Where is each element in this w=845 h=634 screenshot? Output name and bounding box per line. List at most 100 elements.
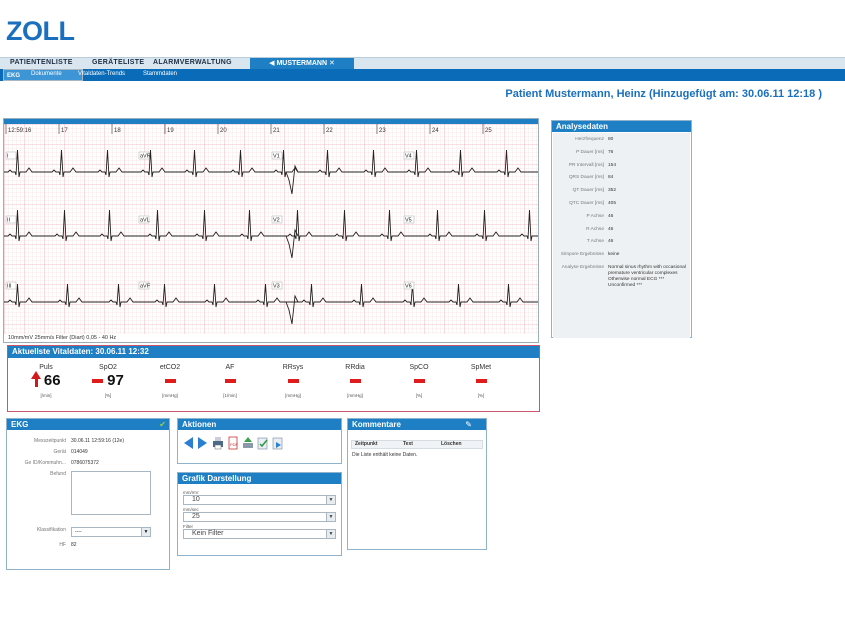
filter-select[interactable]: Kein Filter ▼ [183,529,336,539]
vital-spo2: SpO2 97 [%] [78,364,138,398]
analysis-value: 352 [608,188,617,194]
befund-textarea[interactable] [71,471,151,515]
analysis-value: 76 [608,149,614,155]
print-icon[interactable] [212,436,224,450]
next-icon[interactable] [197,436,209,450]
field-value: 0786075372 [71,460,99,466]
ecg-footer: 10mm/mV 25mm/s Filter (Diart) 0,05 - 40 … [8,335,117,341]
nav-patient-tab[interactable]: ◀ MUSTERMANN ✕ [250,58,354,69]
ecg-time-label: 17 [61,128,68,134]
dash-icon [92,379,104,384]
no-value-dash [287,379,299,384]
analysis-row: Herzfrequenz 80 [553,137,690,150]
vital-label: etCO2 [159,364,181,371]
ecg-viewer[interactable]: 12:59:16 17 18 19 20 21 22 23 24 25 IaVR V1 V4 II aVL… [3,118,539,343]
export-icon[interactable] [242,436,254,450]
ecg-time-label: 20 [220,128,227,134]
lead-label: aVR [140,154,151,160]
analysis-value: Normal sinus rhythm with occasional prem… [608,264,686,288]
vital-af: AF [1/min] [200,364,260,398]
lead-label: V5 [405,218,412,224]
lead-label: V1 [273,154,280,160]
analysis-key: P Dauer [ms] [576,149,604,155]
col-text[interactable]: Text [400,441,438,448]
tab-vitaldaten-trends[interactable]: Vitaldaten-Trends [78,71,125,77]
ecg-grid: 12:59:16 17 18 19 20 21 22 23 24 25 IaVR V1 V4II aVL… [4,124,538,334]
ecg-time-label: 12:59:16 [8,128,32,134]
nav-patientenliste[interactable]: PATIENTENLISTE [10,59,73,66]
analysis-key: T Achse [586,239,604,245]
klassifikation-value: ---- [75,529,82,535]
vital-unit: [%] [477,393,485,398]
analysis-row: P Dauer [ms] 76 [553,150,690,163]
analysis-row: Analyse Ergebnisse Normal sinus rhythm wi… [553,265,690,305]
mm-mv-select[interactable]: 10 ▼ [183,495,336,505]
mm-sec-select[interactable]: 25 ▼ [183,512,336,522]
analysis-value: 46 [608,226,614,232]
no-value-dash [224,379,236,384]
zoll-logo: ZOLL [6,16,75,46]
ecg-time-label: 24 [432,128,439,134]
analysis-value: 46 [608,213,614,219]
pdf-icon[interactable]: PDF [227,436,239,450]
ekg-panel: EKG ✔ Messzeitpunkt 30.06.11 12:59:16 (12e… [6,418,170,570]
nav-geraeteliste[interactable]: GERÄTELISTE [92,59,144,66]
field-label: Messzeitpunkt [34,438,66,444]
previous-icon[interactable] [182,436,194,450]
chevron-down-icon[interactable]: ▼ [141,528,150,536]
lead-label: II [7,218,11,224]
send-icon[interactable] [272,436,284,450]
col-loeschen[interactable]: Löschen [438,441,462,448]
lead-label: III [7,284,12,290]
mm-sec-value: 25 [192,513,200,520]
vital-puls: Puls 66 [/min] [16,364,76,398]
add-comment-icon[interactable]: ✎ [465,419,472,430]
tab-dokumente[interactable]: Dokumente [31,71,62,77]
analysis-row: Simpore Ergebnisse keine [553,252,690,265]
klassifikation-select[interactable]: ---- ▼ [71,527,151,537]
no-value-dash [475,379,487,384]
lead-label: aVF [140,284,151,290]
vital-spmet: SpMet [%] [451,364,511,398]
lead-label: aVL [140,218,150,224]
chevron-down-icon[interactable]: ▼ [326,530,335,538]
ecg-time-label: 23 [379,128,386,134]
vital-label: SpMet [470,364,492,371]
analysis-value: 80 [608,137,614,142]
field-value: 014049 [71,449,88,455]
analysis-row: T Achse 46 [553,239,690,252]
analysis-key: Herzfrequenz [575,137,604,142]
col-zeitpunkt[interactable]: Zeitpunkt [352,441,400,448]
lead-label: V6 [405,284,412,290]
analysis-key: QT Dauer [ms] [572,188,604,194]
comments-title-text: Kommentare [352,420,401,429]
analysis-row: QT Dauer [ms] 352 [553,188,690,201]
analysis-key: QRS Dauer [ms] [568,175,604,181]
comments-panel: Kommentare ✎ Zeitpunkt Text Löschen Die L… [347,418,487,550]
vital-etco2: etCO2 [mmHg] [140,364,200,398]
vitals-title: Aktuellste Vitaldaten: 30.06.11 12:32 [8,346,539,358]
chevron-down-icon[interactable]: ▼ [326,513,335,521]
confirm-icon[interactable] [257,436,269,450]
no-value-dash [349,379,361,384]
ecg-time-label: 18 [114,128,121,134]
analysis-value: 405 [608,200,617,206]
nav-alarmverwaltung[interactable]: ALARMVERWALTUNG [153,59,232,66]
no-value-dash [413,379,425,384]
analysis-row: QRS Dauer [ms] 84 [553,175,690,188]
analysis-key: QTC Dauer [ms] [569,200,604,206]
analysis-body: Herzfrequenz 80 P Dauer [ms] 76 PR Intervall… [553,133,690,338]
vital-label: AF [225,364,235,371]
tab-stammdaten[interactable]: Stammdaten [143,71,177,77]
vital-value: 66 [43,372,61,389]
analysis-key: PR Intervall [ms] [568,162,604,168]
ecg-time-label: 25 [485,128,492,134]
analysis-panel: Analysedaten Herzfrequenz 80 P Dauer [ms] 7… [551,120,692,338]
analysis-value: 154 [608,162,617,168]
analysis-key: R Achse [586,226,604,232]
nav-patient-label: MUSTERMANN [276,60,328,67]
chevron-down-icon[interactable]: ▼ [326,496,335,504]
vital-unit: [mmHg] [162,393,178,398]
analysis-row: QTC Dauer [ms] 405 [553,201,690,214]
lead-label: V4 [405,154,412,160]
